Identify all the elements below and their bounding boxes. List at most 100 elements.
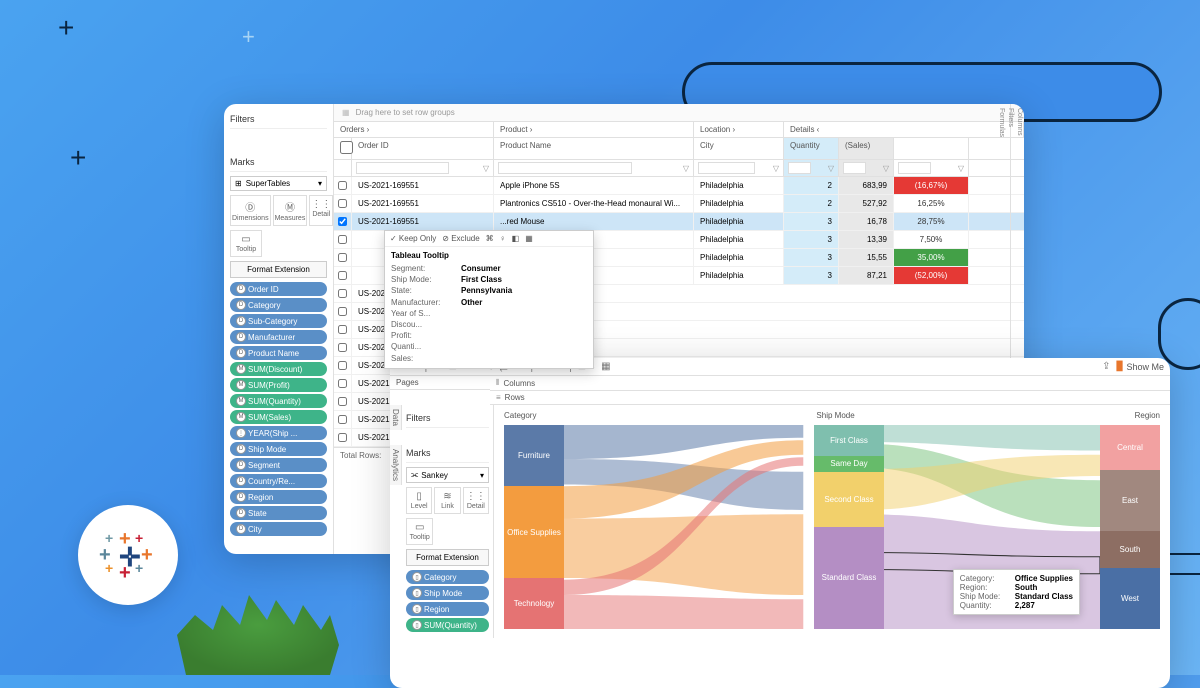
presentation-icon[interactable]: ▦ bbox=[601, 361, 610, 372]
sankey-node[interactable]: First Class bbox=[814, 425, 884, 456]
decorative-plus-icon: + bbox=[242, 24, 255, 50]
col-city[interactable]: City bbox=[694, 138, 784, 159]
format-extension-button[interactable]: Format Extension bbox=[230, 261, 327, 278]
sankey-node[interactable]: East bbox=[1100, 470, 1160, 531]
tableau-logo: + + ✛ + + + + + + bbox=[78, 505, 178, 605]
column-header-row: Order ID Product Name City Quantity (Sal… bbox=[334, 138, 1024, 160]
decorative-plant bbox=[168, 575, 348, 675]
filter-qty[interactable] bbox=[788, 162, 811, 174]
field-pill[interactable]: ▯SUM(Quantity) bbox=[406, 618, 489, 632]
group-location[interactable]: Location › bbox=[694, 122, 784, 137]
marks-tooltip[interactable]: ▭Tooltip bbox=[230, 230, 262, 257]
field-pill[interactable]: DSegment bbox=[230, 458, 327, 472]
sankey-node[interactable]: Standard Class bbox=[814, 527, 884, 629]
marks-measures[interactable]: ⓂMeasures bbox=[273, 195, 308, 226]
field-pill[interactable]: ▯Category bbox=[406, 570, 489, 584]
sankey-node[interactable]: Second Class bbox=[814, 472, 884, 527]
field-pill[interactable]: DOrder ID bbox=[230, 282, 327, 296]
filter-product[interactable] bbox=[498, 162, 632, 174]
field-pill[interactable]: DRegion bbox=[230, 490, 327, 504]
marks-dimensions[interactable]: ⒹDimensions bbox=[230, 195, 271, 226]
sankey-col-region: Region bbox=[1135, 411, 1160, 420]
marks-type-select[interactable]: ⫘Sankey▾ bbox=[406, 467, 489, 483]
checkbox-header[interactable] bbox=[334, 138, 352, 159]
col-profit-ratio[interactable]: Profit Ratio bbox=[894, 138, 969, 159]
share-icon[interactable]: ⇪ bbox=[1102, 361, 1110, 372]
col-order-id[interactable]: Order ID bbox=[352, 138, 494, 159]
sankey-node[interactable]: Technology bbox=[504, 578, 564, 629]
show-me-button[interactable]: ▉Show Me bbox=[1117, 361, 1164, 372]
field-pill[interactable]: DCountry/Re... bbox=[230, 474, 327, 488]
field-pill[interactable]: DManufacturer bbox=[230, 330, 327, 344]
decorative-plus-icon: + bbox=[70, 142, 86, 174]
group-header-row: Orders › Product › Location › Details ‹ bbox=[334, 122, 1024, 138]
sankey-col-shipmode: Ship Mode bbox=[816, 411, 854, 420]
format-extension-button[interactable]: Format Extension bbox=[406, 549, 489, 566]
field-pill[interactable]: ▯Region bbox=[406, 602, 489, 616]
sankey-node[interactable]: Office Supplies bbox=[504, 486, 564, 578]
filters-header: Filters bbox=[406, 409, 489, 428]
tag-icon[interactable]: ♀ bbox=[500, 234, 506, 243]
col-quantity[interactable]: Quantity bbox=[784, 138, 839, 159]
col-product-name[interactable]: Product Name bbox=[494, 138, 694, 159]
group-details[interactable]: Details ‹ bbox=[784, 122, 1024, 137]
filter-icon[interactable]: ▽ bbox=[828, 164, 834, 173]
filter-icon[interactable]: ▽ bbox=[483, 164, 489, 173]
field-pill[interactable]: ▯Ship Mode bbox=[406, 586, 489, 600]
analytics-tab[interactable]: Analytics bbox=[390, 445, 402, 485]
keep-only-button[interactable]: ✓ Keep Only bbox=[390, 234, 436, 243]
rows-shelf[interactable]: ≡Rows bbox=[490, 391, 1170, 405]
field-pill[interactable]: DState bbox=[230, 506, 327, 520]
sankey-node[interactable]: Furniture bbox=[504, 425, 564, 486]
group-product[interactable]: Product › bbox=[494, 122, 694, 137]
tooltip-title: Tableau Tooltip bbox=[391, 251, 587, 260]
field-pill[interactable]: DSub-Category bbox=[230, 314, 327, 328]
filter-row: ▽ ▽ ▽ ▽ ▽ ▽ bbox=[334, 160, 1024, 177]
field-pill[interactable]: DShip Mode bbox=[230, 442, 327, 456]
sankey-node[interactable]: West bbox=[1100, 568, 1160, 629]
filter-order-id[interactable] bbox=[356, 162, 449, 174]
group-orders[interactable]: Orders › bbox=[334, 122, 494, 137]
table-row[interactable]: US-2021-169551Apple iPhone 5SPhiladelphi… bbox=[334, 177, 1024, 195]
field-pill[interactable]: DCity bbox=[230, 522, 327, 536]
marks-header: Marks bbox=[230, 153, 327, 172]
sort-icon[interactable]: ◧ bbox=[512, 234, 520, 243]
field-pill[interactable]: MSUM(Profit) bbox=[230, 378, 327, 392]
table-row[interactable]: US-2021-169551...red MousePhiladelphia31… bbox=[334, 213, 1024, 231]
sankey-col-category: Category bbox=[504, 411, 536, 420]
field-pill[interactable]: MSUM(Discount) bbox=[230, 362, 327, 376]
columns-shelf[interactable]: ⦀Columns bbox=[490, 376, 1170, 391]
table-row[interactable]: US-2021-169551Plantronics CS510 - Over-t… bbox=[334, 195, 1024, 213]
filter-icon[interactable]: ▽ bbox=[958, 164, 964, 173]
filter-icon[interactable]: ▽ bbox=[683, 164, 689, 173]
row-group-drop[interactable]: ▦Drag here to set row groups bbox=[334, 104, 1024, 122]
sankey-node[interactable]: Same Day bbox=[814, 456, 884, 472]
marks-detail[interactable]: ⋮⋮Detail bbox=[463, 487, 489, 514]
pages-shelf[interactable]: Pages bbox=[390, 376, 490, 390]
sankey-node[interactable]: Central bbox=[1100, 425, 1160, 470]
marks-type-select[interactable]: ⊞SuperTables▾ bbox=[230, 176, 327, 191]
filter-icon[interactable]: ▽ bbox=[883, 164, 889, 173]
marks-detail[interactable]: ⋮⋮Detail bbox=[309, 195, 333, 226]
data-tab[interactable]: Data bbox=[390, 405, 402, 430]
field-pill[interactable]: ⋮YEAR(Ship ... bbox=[230, 426, 327, 440]
field-pill[interactable]: DProduct Name bbox=[230, 346, 327, 360]
view-data-icon[interactable]: ▦ bbox=[525, 234, 533, 243]
sankey-sidebar: Filters Marks ⫘Sankey▾ ▯Level ≋Link ⋮⋮De… bbox=[390, 405, 494, 638]
exclude-button[interactable]: ⊘ Exclude bbox=[442, 234, 479, 243]
filter-city[interactable] bbox=[698, 162, 755, 174]
sankey-tooltip: Category:Office Supplies Region:South Sh… bbox=[953, 569, 1080, 615]
filter-sales[interactable] bbox=[843, 162, 866, 174]
marks-link[interactable]: ≋Link bbox=[434, 487, 460, 514]
marks-tooltip[interactable]: ▭Tooltip bbox=[406, 518, 433, 545]
field-pill[interactable]: MSUM(Quantity) bbox=[230, 394, 327, 408]
field-pill[interactable]: MSUM(Sales) bbox=[230, 410, 327, 424]
group-icon[interactable]: ⌘ bbox=[486, 234, 494, 243]
filter-pr[interactable] bbox=[898, 162, 931, 174]
field-pill[interactable]: DCategory bbox=[230, 298, 327, 312]
sankey-chart[interactable]: Category Ship Mode Region bbox=[494, 405, 1170, 635]
col-sales[interactable]: (Sales) bbox=[839, 138, 894, 159]
sankey-node[interactable]: South bbox=[1100, 531, 1160, 568]
marks-level[interactable]: ▯Level bbox=[406, 487, 432, 514]
filter-icon[interactable]: ▽ bbox=[773, 164, 779, 173]
